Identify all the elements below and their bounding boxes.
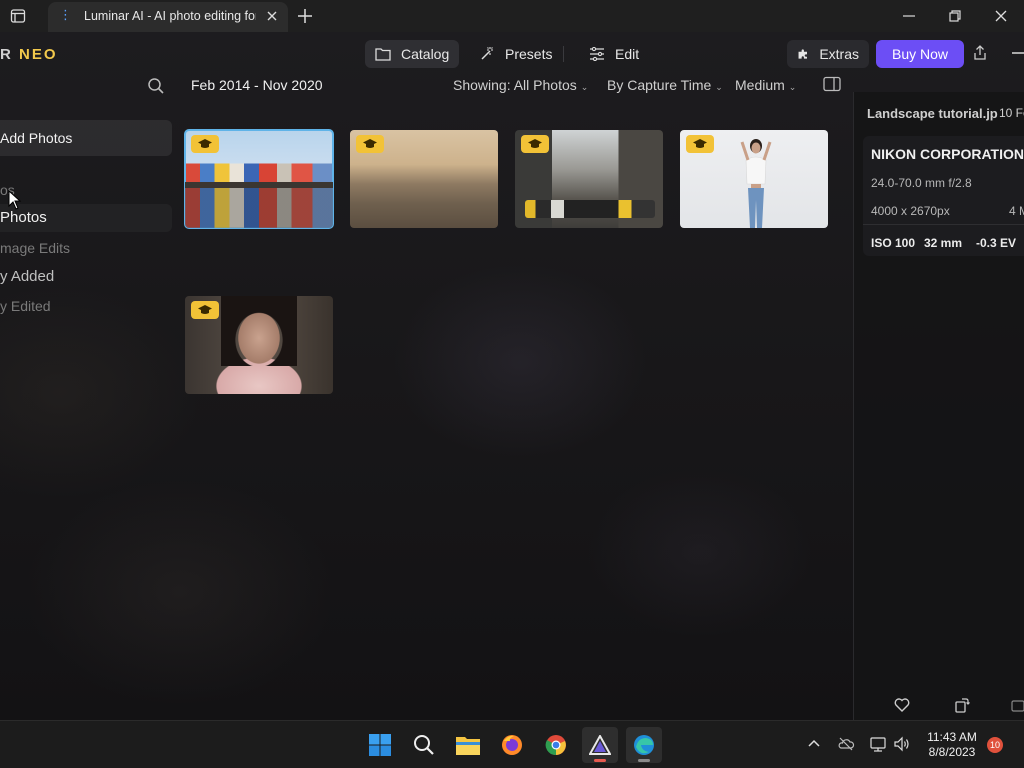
minimize-window-icon[interactable] — [901, 8, 917, 24]
card-divider — [863, 224, 1024, 225]
tab-actions-icon[interactable] — [10, 8, 26, 24]
nav-divider — [563, 46, 564, 62]
person-figure — [740, 139, 772, 228]
focal-length-value: 32 mm — [924, 236, 963, 250]
rotate-icon[interactable] — [953, 696, 971, 714]
iso-value: ISO 100 — [871, 236, 916, 250]
tutorial-cap-icon — [686, 135, 714, 153]
search-icon[interactable] — [147, 77, 165, 95]
heart-icon[interactable] — [893, 696, 911, 714]
tutorial-cap-icon — [521, 135, 549, 153]
photo-info-panel: Landscape tutorial.jp 10 Fe NIKON CORPOR… — [853, 92, 1024, 720]
notification-count-badge[interactable]: 10 — [987, 737, 1003, 753]
exposure-value: -0.3 EV — [976, 236, 1017, 250]
folder-icon — [456, 737, 480, 755]
taskbar-search-button[interactable] — [406, 727, 442, 763]
clock-time: 11:43 AM — [927, 730, 977, 744]
lens-info: 24.0-70.0 mm f/2.8 — [871, 176, 972, 190]
chrome-icon — [545, 735, 566, 756]
photo-thumbnail-woman-white[interactable] — [680, 130, 828, 228]
new-tab-icon[interactable] — [296, 7, 314, 25]
volume-icon[interactable] — [893, 735, 911, 753]
showing-filter-dropdown[interactable]: Showing: All Photos ⌄ — [453, 77, 588, 93]
chevron-down-icon: ⌄ — [715, 82, 723, 92]
network-icon[interactable] — [869, 735, 887, 753]
onedrive-offline-icon[interactable] — [837, 735, 855, 753]
puzzle-icon — [798, 49, 808, 59]
share-icon[interactable] — [972, 44, 988, 62]
mouse-cursor-icon — [8, 189, 22, 210]
photo-thumbnail-city-street[interactable] — [515, 130, 663, 228]
date-range-label: Feb 2014 - Nov 2020 — [191, 77, 323, 93]
windows-logo-icon — [369, 734, 391, 756]
sliders-icon — [590, 47, 604, 61]
photo-thumbnail-harbor[interactable] — [184, 129, 334, 229]
close-tab-icon[interactable] — [264, 8, 280, 24]
camera-model: NIKON CORPORATION D — [871, 146, 1024, 162]
magic-wand-icon — [481, 47, 493, 60]
system-clock[interactable]: 11:43 AM 8/8/2023 — [924, 730, 980, 760]
chevron-down-icon: ⌄ — [788, 82, 797, 92]
luminar-taskbar-button[interactable] — [582, 727, 618, 763]
extras-button[interactable]: Extras — [787, 40, 869, 68]
catalog-button[interactable]: Catalog — [365, 40, 460, 68]
tutorial-cap-icon — [191, 301, 219, 319]
edit-button[interactable]: Edit — [579, 40, 649, 68]
chevron-down-icon: ⌄ — [580, 82, 589, 92]
close-window-icon[interactable] — [993, 8, 1009, 24]
tab-favicon-icon: ⋮ — [59, 7, 72, 22]
photo-thumbnail-portrait[interactable] — [185, 296, 333, 394]
chrome-button[interactable] — [538, 727, 574, 763]
info-date: 10 Fe — [999, 106, 1024, 120]
firefox-button[interactable] — [494, 727, 530, 763]
file-size: 4 M — [1009, 204, 1024, 218]
collapse-icon[interactable] — [1012, 52, 1024, 54]
info-filename: Landscape tutorial.jp — [867, 106, 998, 121]
sidebar-item-recently-added[interactable]: y Added — [0, 268, 54, 285]
tutorial-cap-icon — [191, 135, 219, 153]
buy-now-button[interactable]: Buy Now — [876, 40, 964, 68]
sidebar-item-recently-edited[interactable]: y Edited — [0, 298, 51, 314]
show-hidden-icons-chevron-icon[interactable] — [805, 735, 823, 753]
sidebar-item-single-image-edits[interactable]: mage Edits — [0, 240, 70, 256]
file-explorer-button[interactable] — [450, 727, 486, 763]
luminar-icon — [589, 735, 611, 755]
photo-thumbnail-beach[interactable] — [350, 130, 498, 228]
thumbnail-size-dropdown[interactable]: Medium ⌄ — [735, 77, 796, 93]
presets-button[interactable]: Presets — [469, 40, 562, 68]
copy-icon[interactable] — [1009, 696, 1024, 714]
folder-icon — [375, 48, 391, 61]
sidebar-item-all-photos[interactable]: Photos — [0, 204, 172, 232]
side-panel-toggle-icon[interactable] — [823, 76, 841, 92]
exif-card: NIKON CORPORATION D 24.0-70.0 mm f/2.8 4… — [863, 136, 1024, 256]
sort-dropdown[interactable]: By Capture Time ⌄ — [607, 77, 723, 93]
firefox-icon — [502, 735, 522, 755]
edge-icon — [634, 735, 654, 755]
edge-taskbar-button[interactable] — [626, 727, 662, 763]
start-button[interactable] — [362, 727, 398, 763]
search-icon — [414, 735, 434, 755]
add-photos-button[interactable]: Add Photos — [0, 120, 172, 156]
tutorial-cap-icon — [356, 135, 384, 153]
app-logo: R NEO — [0, 46, 58, 63]
tab-title: Luminar AI - AI photo editing for — [84, 9, 256, 23]
browser-tab-bar: ⋮ Luminar AI - AI photo editing for — [0, 0, 1024, 32]
luminar-app: R NEO Catalog Presets Edit Extras Buy No… — [0, 32, 1024, 720]
clock-date: 8/8/2023 — [928, 745, 976, 759]
restore-window-icon[interactable] — [947, 8, 963, 24]
windows-taskbar: 11:43 AM 8/8/2023 10 — [0, 720, 1024, 768]
browser-tab-luminar[interactable]: ⋮ Luminar AI - AI photo editing for — [48, 2, 288, 32]
image-dimensions: 4000 x 2670px — [871, 204, 950, 218]
